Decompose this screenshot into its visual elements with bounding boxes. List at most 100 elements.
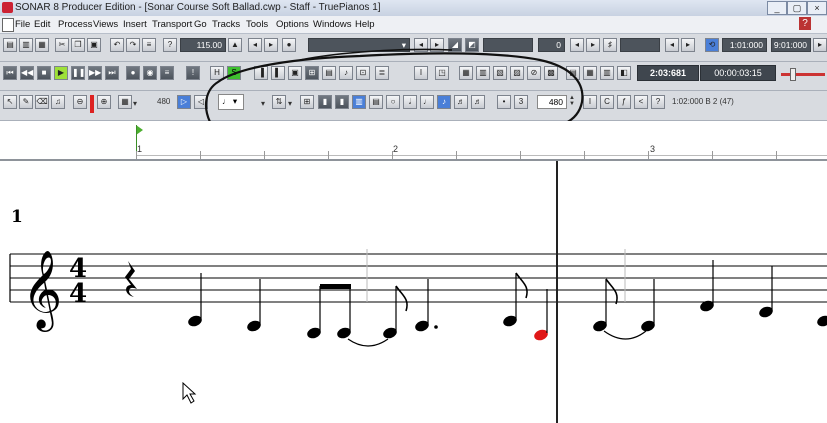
meter-field[interactable] bbox=[483, 38, 533, 52]
record-mode-icon[interactable]: ◉ bbox=[143, 66, 157, 80]
staff-notation[interactable]: 𝄞 4 4 bbox=[0, 161, 827, 423]
edit-tool-icon[interactable]: ▣ bbox=[288, 66, 302, 80]
sixteenth-note-icon[interactable]: ♬ bbox=[454, 95, 468, 109]
key-next-icon[interactable]: ▸ bbox=[586, 38, 600, 52]
stop-icon[interactable]: ■ bbox=[37, 66, 51, 80]
marker-prev-icon[interactable]: ◂ bbox=[414, 38, 428, 52]
track-tool-icon[interactable]: ▐ bbox=[254, 66, 268, 80]
step-record-icon[interactable]: ≡ bbox=[160, 66, 174, 80]
time-ruler[interactable]: 1 2 3 bbox=[0, 121, 827, 161]
rewind-icon[interactable]: ◀◀ bbox=[20, 66, 34, 80]
big-clock-display[interactable]: 2:03:681 bbox=[637, 65, 699, 81]
solo-button[interactable]: S bbox=[227, 66, 241, 80]
midi-icon[interactable]: ⊞ bbox=[305, 66, 319, 80]
note-duration-dropdown[interactable]: ♩ ▾ bbox=[218, 94, 244, 110]
view-event-icon[interactable]: ≣ bbox=[375, 66, 389, 80]
expression-mark-icon[interactable]: ƒ bbox=[617, 95, 631, 109]
scrub-tool-icon[interactable]: ♫ bbox=[51, 95, 65, 109]
view-browser-icon[interactable]: ▥ bbox=[600, 66, 614, 80]
beam-icon[interactable]: ⇅ bbox=[272, 95, 286, 109]
close-button[interactable]: × bbox=[807, 1, 827, 15]
zoom-out-icon[interactable]: ⊖ bbox=[73, 95, 87, 109]
quarter-note-icon[interactable]: ♩ bbox=[420, 95, 434, 109]
staff-pane[interactable]: 1 𝄞 4 4 bbox=[0, 161, 827, 423]
zoom-in-icon[interactable]: ⊕ bbox=[97, 95, 111, 109]
tempo-reset-icon[interactable]: ● bbox=[282, 38, 296, 52]
guitar-fretboard-icon[interactable]: ? bbox=[651, 95, 665, 109]
undo-icon[interactable]: ↶ bbox=[110, 38, 124, 52]
menu-help[interactable]: Help bbox=[355, 19, 375, 30]
dotted-note-icon[interactable]: • bbox=[497, 95, 511, 109]
punch-icon[interactable]: ◩ bbox=[465, 38, 479, 52]
view-matrix-icon[interactable]: ▦ bbox=[583, 66, 597, 80]
help-icon[interactable]: ? bbox=[163, 38, 177, 52]
chord-icon[interactable]: ⊞ bbox=[300, 95, 314, 109]
select-next-icon[interactable]: ▸ bbox=[681, 38, 695, 52]
tempo-down-icon[interactable]: ◂ bbox=[248, 38, 262, 52]
view-tempo-icon[interactable]: ▦ bbox=[459, 66, 473, 80]
menu-go[interactable]: Go bbox=[194, 19, 207, 30]
marker-dropdown[interactable]: ▾ bbox=[308, 38, 410, 52]
hi-button[interactable]: H bbox=[210, 66, 224, 80]
menu-insert[interactable]: Insert bbox=[123, 19, 147, 30]
smpte-clock-display[interactable]: 00:00:03:15 bbox=[700, 65, 776, 81]
menu-transport[interactable]: Transport bbox=[152, 19, 192, 30]
transpose-field[interactable] bbox=[620, 38, 660, 52]
go-to-end-icon[interactable]: ⏭ bbox=[105, 66, 119, 80]
view-markers-icon[interactable]: ▥ bbox=[476, 66, 490, 80]
view-loop-icon[interactable]: ⊡ bbox=[356, 66, 370, 80]
snap-grid-icon[interactable]: ▦ bbox=[118, 95, 132, 109]
redo-icon[interactable]: ↷ bbox=[126, 38, 140, 52]
triplet-button[interactable]: 3 bbox=[514, 95, 528, 109]
key-prev-icon[interactable]: ◂ bbox=[570, 38, 584, 52]
whole-note-icon[interactable]: ○ bbox=[386, 95, 400, 109]
insert-lyric-icon[interactable]: I bbox=[583, 95, 597, 109]
save-file-icon[interactable]: ▦ bbox=[35, 38, 49, 52]
document-icon[interactable] bbox=[2, 18, 14, 32]
view-staff-icon[interactable]: ♪ bbox=[339, 66, 353, 80]
maximize-button[interactable]: ▢ bbox=[787, 1, 807, 15]
menu-process[interactable]: Process bbox=[58, 19, 92, 30]
pedal-icon[interactable]: ▥ bbox=[352, 95, 366, 109]
panic-icon[interactable]: ! bbox=[186, 66, 200, 80]
play-icon[interactable]: ▶ bbox=[54, 66, 68, 80]
menu-file[interactable]: File bbox=[15, 19, 30, 30]
fast-forward-icon[interactable]: ▶▶ bbox=[88, 66, 102, 80]
menu-tools[interactable]: Tools bbox=[246, 19, 268, 30]
draw-tool-icon[interactable]: ✎ bbox=[19, 95, 33, 109]
menu-edit[interactable]: Edit bbox=[34, 19, 50, 30]
duration-spinner[interactable]: ▲ ▼ bbox=[569, 95, 575, 107]
loop-end-field[interactable]: 9:01:000 bbox=[771, 38, 811, 52]
sonar-app-icon[interactable] bbox=[2, 2, 13, 13]
select-prev-icon[interactable]: ◂ bbox=[665, 38, 679, 52]
open-file-icon[interactable]: ▥ bbox=[19, 38, 33, 52]
menu-tracks[interactable]: Tracks bbox=[212, 19, 240, 30]
chord-symbol-icon[interactable]: C bbox=[600, 95, 614, 109]
snap-dropdown-arrow[interactable]: ▾ bbox=[133, 99, 137, 108]
key-field[interactable]: 0 bbox=[538, 38, 565, 52]
loop-options-icon[interactable]: ▸ bbox=[813, 38, 827, 52]
erase-tool-icon[interactable]: ⌫ bbox=[35, 95, 49, 109]
cut-icon[interactable]: ✂ bbox=[55, 38, 69, 52]
tempo-field[interactable]: 115.00 bbox=[180, 38, 226, 52]
half-note-icon[interactable]: 𝅗𝅥 bbox=[403, 95, 417, 109]
now-marker-flag[interactable] bbox=[136, 125, 143, 135]
metronome-icon[interactable]: ▲ bbox=[228, 38, 242, 52]
duration-field[interactable]: 480 bbox=[537, 95, 567, 109]
tempo-up-icon[interactable]: ▸ bbox=[264, 38, 278, 52]
loop-icon[interactable]: ◢ bbox=[448, 38, 462, 52]
history-icon[interactable]: ≡ bbox=[142, 38, 156, 52]
view-console-icon[interactable]: ◳ bbox=[435, 66, 449, 80]
new-file-icon[interactable]: ▤ bbox=[3, 38, 17, 52]
copy-icon[interactable]: ❐ bbox=[71, 38, 85, 52]
view-inspector-icon[interactable]: ◧ bbox=[617, 66, 631, 80]
expression-icon[interactable]: ▮ bbox=[335, 95, 349, 109]
view-meter-icon[interactable]: ▧ bbox=[493, 66, 507, 80]
view-sysx-icon[interactable]: ▨ bbox=[510, 66, 524, 80]
playhead-slider[interactable] bbox=[781, 73, 825, 76]
beam-dropdown-arrow[interactable]: ▾ bbox=[288, 99, 292, 108]
minimize-button[interactable]: _ bbox=[767, 1, 787, 15]
menu-windows[interactable]: Windows bbox=[313, 19, 352, 30]
menu-views[interactable]: Views bbox=[93, 19, 118, 30]
fill-durations-icon[interactable]: ▷ bbox=[177, 95, 191, 109]
